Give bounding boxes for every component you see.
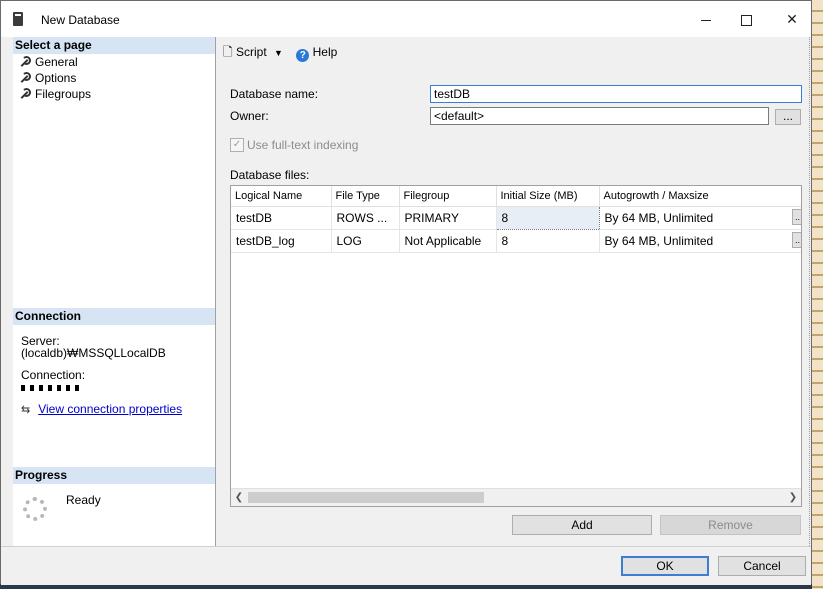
ok-button[interactable]: OK xyxy=(621,556,709,576)
progress-section: Progress Ready xyxy=(13,467,215,521)
sidebar-item-options[interactable]: Options xyxy=(13,70,215,86)
server-value: (localdb)₩MSSQLLocalDB xyxy=(21,346,166,360)
toolbar: 🗋 Script ▼ ? Help xyxy=(223,43,347,63)
database-name-label: Database name: xyxy=(230,87,319,101)
remove-button[interactable]: Remove xyxy=(660,515,801,535)
scroll-left-icon[interactable]: ❮ xyxy=(232,490,246,505)
select-page-header: Select a page xyxy=(13,37,215,54)
initial-size-cell[interactable]: 8 xyxy=(495,206,600,230)
window-title: New Database xyxy=(41,13,120,27)
maximize-button[interactable] xyxy=(723,5,769,33)
database-files-label: Database files: xyxy=(230,168,310,182)
column-header-file-type[interactable]: File Type xyxy=(331,186,400,207)
column-header-logical-name[interactable]: Logical Name xyxy=(231,186,332,207)
logical-name-cell[interactable]: testDB_log xyxy=(231,229,332,253)
owner-label: Owner: xyxy=(230,109,269,123)
view-connection-row: ⇆ View connection properties xyxy=(13,403,215,416)
autogrowth-cell[interactable]: By 64 MB, Unlimited .. xyxy=(599,229,801,253)
script-icon: 🗋 xyxy=(223,45,233,59)
sidebar-item-label: Filegroups xyxy=(35,87,92,101)
column-header-initial-size[interactable]: Initial Size (MB) xyxy=(496,186,600,207)
cancel-button[interactable]: Cancel xyxy=(718,556,806,576)
sidebar-item-filegroups[interactable]: Filegroups xyxy=(13,86,215,102)
file-type-cell[interactable]: LOG xyxy=(331,229,400,253)
connection-properties-icon: ⇆ xyxy=(21,404,31,416)
background-window-edge xyxy=(812,0,823,589)
maximize-icon xyxy=(740,14,752,26)
owner-input[interactable]: <default> xyxy=(430,107,769,125)
initial-size-cell[interactable]: 8 xyxy=(496,229,600,253)
connection-section: Connection Server: (localdb)₩MSSQLLocalD… xyxy=(13,308,215,416)
file-type-cell[interactable]: ROWS ... xyxy=(331,206,400,230)
new-database-dialog: New Database ✕ Select a page General Opt… xyxy=(0,0,813,585)
progress-header: Progress xyxy=(13,467,215,484)
wrench-icon xyxy=(19,72,31,84)
table-row: testDB ROWS ... PRIMARY 8 By 64 MB, Unli… xyxy=(231,206,801,230)
fulltext-label: Use full-text indexing xyxy=(247,138,359,152)
column-header-autogrowth[interactable]: Autogrowth / Maxsize xyxy=(599,186,801,207)
progress-spinner-icon xyxy=(23,497,47,521)
sidebar-item-general[interactable]: General xyxy=(13,54,215,70)
autogrowth-value: By 64 MB, Unlimited xyxy=(604,211,714,225)
title-bar: New Database ✕ xyxy=(1,1,811,37)
connection-label: Connection: xyxy=(21,368,86,382)
autogrowth-value: By 64 MB, Unlimited xyxy=(604,234,714,248)
connection-header: Connection xyxy=(13,308,215,325)
column-header-filegroup[interactable]: Filegroup xyxy=(399,186,497,207)
database-files-grid: Logical Name File Type Filegroup Initial… xyxy=(230,185,802,507)
left-panel: Select a page General Options Filegroups… xyxy=(13,37,216,546)
close-button[interactable]: ✕ xyxy=(769,5,815,33)
scroll-right-icon[interactable]: ❯ xyxy=(786,490,800,505)
minimize-icon xyxy=(701,19,711,21)
help-button[interactable]: ? Help xyxy=(296,45,337,62)
view-connection-properties-link[interactable]: View connection properties xyxy=(38,402,182,416)
database-name-input[interactable]: testDB xyxy=(430,85,802,103)
autogrowth-edit-button[interactable]: .. xyxy=(791,232,801,248)
help-label: Help xyxy=(312,45,338,59)
close-icon: ✕ xyxy=(786,11,798,27)
wrench-icon xyxy=(19,88,31,100)
browse-owner-button[interactable]: ... xyxy=(775,109,801,125)
dropdown-arrow-icon: ▼ xyxy=(274,48,283,58)
autogrowth-edit-button[interactable]: .. xyxy=(791,209,801,225)
help-icon: ? xyxy=(296,49,310,62)
database-icon xyxy=(13,12,23,26)
filegroup-cell[interactable]: PRIMARY xyxy=(399,206,497,230)
script-label: Script xyxy=(236,45,267,59)
autogrowth-cell[interactable]: By 64 MB, Unlimited .. xyxy=(599,206,801,230)
fulltext-checkbox[interactable]: ✓ xyxy=(230,138,244,152)
sidebar-item-label: Options xyxy=(35,71,77,85)
wrench-icon xyxy=(19,56,31,68)
script-button[interactable]: 🗋 Script ▼ xyxy=(223,43,283,64)
progress-status: Ready xyxy=(66,493,101,507)
filegroup-cell[interactable]: Not Applicable xyxy=(399,229,497,253)
dialog-button-bar: OK Cancel xyxy=(1,546,811,585)
horizontal-scrollbar[interactable]: ❮ ❯ xyxy=(231,488,801,506)
add-button[interactable]: Add xyxy=(512,515,652,535)
sidebar-item-label: General xyxy=(35,55,78,69)
logical-name-cell[interactable]: testDB xyxy=(231,206,332,230)
connection-value-redacted xyxy=(13,381,215,393)
right-divider xyxy=(809,37,813,546)
scrollbar-thumb[interactable] xyxy=(248,492,484,503)
table-row: testDB_log LOG Not Applicable 8 By 64 MB… xyxy=(231,229,801,253)
